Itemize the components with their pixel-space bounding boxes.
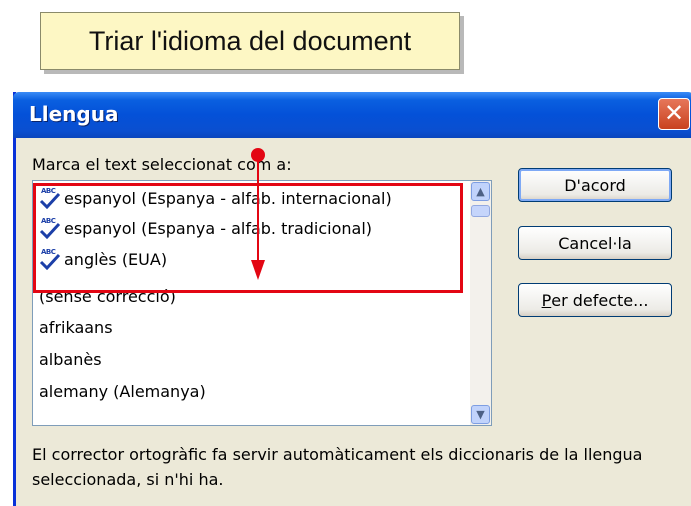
dialog-title: Llengua <box>29 102 119 126</box>
close-icon[interactable]: ✕ <box>658 98 690 130</box>
list-item[interactable]: alemany (Alemanya) <box>39 376 206 406</box>
default-button[interactable]: Per defecte... <box>518 283 672 317</box>
default-button-label: er defecte... <box>551 290 649 310</box>
ok-button[interactable]: D'acord <box>518 168 672 202</box>
default-button-accelerator: P <box>541 290 552 310</box>
callout-note: Triar l'idioma del document <box>40 12 460 70</box>
language-dialog: Llengua ✕ Marca el text seleccionat com … <box>13 92 691 506</box>
list-item-label: albanès <box>39 349 102 369</box>
scroll-down-icon[interactable]: ▼ <box>471 405 490 424</box>
scroll-thumb[interactable] <box>471 205 490 217</box>
description-text: El corrector ortogràfic fa servir automà… <box>32 445 643 489</box>
highlight-box <box>33 183 463 293</box>
list-item-label: afrikaans <box>39 317 113 337</box>
list-item-label: alemany (Alemanya) <box>39 381 206 401</box>
vertical-scrollbar[interactable]: ▲ ▼ <box>470 181 491 425</box>
callout-text: Triar l'idioma del document <box>88 25 412 56</box>
list-item[interactable]: afrikaans <box>39 312 113 342</box>
title-bar[interactable]: Llengua ✕ <box>13 92 691 138</box>
list-item[interactable]: albanès <box>39 344 102 374</box>
callout-arrow-icon <box>251 156 265 280</box>
scroll-up-icon[interactable]: ▲ <box>471 182 490 201</box>
cancel-button[interactable]: Cancel·la <box>518 226 672 260</box>
